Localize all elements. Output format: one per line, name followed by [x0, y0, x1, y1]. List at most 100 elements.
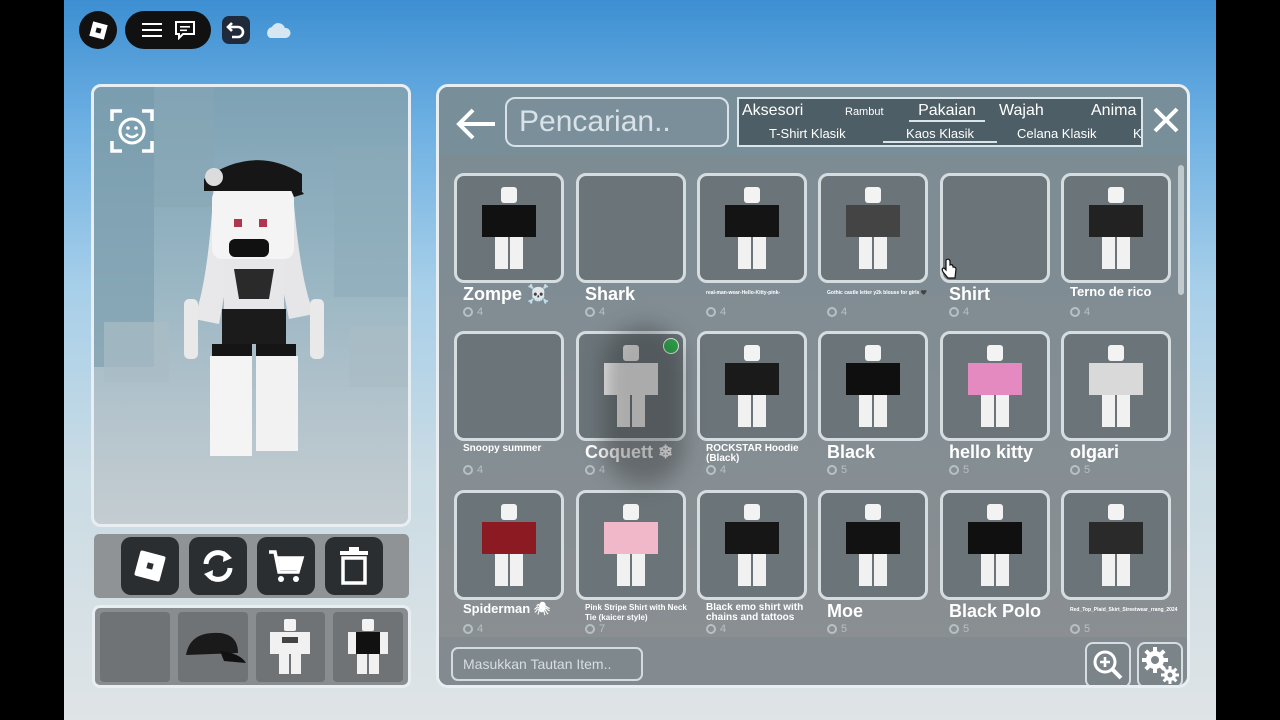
- tab-aksesori[interactable]: Aksesori: [742, 102, 803, 120]
- item-thumbnail[interactable]: [818, 173, 928, 283]
- item-price-value: 5: [841, 623, 848, 635]
- catalog-footer: Masukkan Tautan Item..: [439, 637, 1187, 685]
- hamburger-icon[interactable]: [140, 18, 164, 42]
- search-input[interactable]: Pencarian..: [505, 97, 729, 147]
- item-price-value: 4: [963, 306, 970, 318]
- trash-icon: [339, 547, 368, 585]
- item-link-input[interactable]: Masukkan Tautan Item..: [451, 647, 643, 681]
- avatar-preview[interactable]: [91, 84, 411, 527]
- robux-icon: [585, 307, 595, 317]
- catalog-item-card[interactable]: Shirt 4: [940, 173, 1050, 331]
- robux-icon: [1070, 307, 1080, 317]
- robux-icon: [706, 307, 716, 317]
- tab-rambut[interactable]: Rambut: [845, 106, 884, 118]
- avatar-shirt-black-icon: [348, 619, 389, 674]
- item-name: Terno de rico: [1070, 284, 1152, 299]
- catalog-item-card[interactable]: real-man-wear-Hello-Kitty-pink- 4: [697, 173, 807, 331]
- catalog-item-card[interactable]: Moe 5: [818, 490, 928, 637]
- equipped-slot-empty[interactable]: [100, 612, 170, 682]
- item-price: 4: [585, 464, 605, 476]
- tab-pakaian[interactable]: Pakaian: [909, 102, 985, 122]
- item-name: ROCKSTAR Hoodie (Black): [706, 444, 799, 464]
- catalog-item-card[interactable]: Spiderman 🕷 4: [454, 490, 564, 637]
- cart-button[interactable]: [256, 537, 315, 595]
- item-name: olgari: [1070, 442, 1120, 462]
- roblox-menu-button[interactable]: [79, 11, 117, 49]
- item-thumbnail[interactable]: [454, 173, 564, 283]
- item-price-value: 7: [599, 623, 606, 635]
- tab-wajah[interactable]: Wajah: [999, 102, 1044, 120]
- item-name: Black emo shirt with chains and tattoos: [706, 603, 804, 623]
- robux-icon: [949, 465, 959, 475]
- avatar-shirt-preview-icon: [968, 345, 1022, 427]
- roblox-reset-button[interactable]: [120, 537, 179, 595]
- item-thumbnail[interactable]: [1061, 490, 1171, 600]
- item-price: 7: [585, 623, 605, 635]
- catalog-scrollbar[interactable]: [1178, 165, 1184, 295]
- emote-button[interactable]: [108, 107, 156, 155]
- catalog-item-card[interactable]: Gothic castle letter y2k blouse for girl…: [818, 173, 928, 331]
- item-price-value: 4: [599, 306, 606, 318]
- back-button[interactable]: [451, 104, 499, 144]
- item-name: Moe: [827, 601, 863, 621]
- item-price: 5: [949, 623, 969, 635]
- catalog-item-card[interactable]: olgari 5: [1061, 331, 1171, 489]
- robux-icon: [706, 465, 716, 475]
- robux-icon: [463, 307, 473, 317]
- item-thumbnail[interactable]: [1061, 173, 1171, 283]
- item-thumbnail[interactable]: [1061, 331, 1171, 441]
- item-thumbnail[interactable]: [697, 173, 807, 283]
- item-name: Spiderman 🕷: [463, 601, 551, 616]
- item-name: Shark: [585, 284, 636, 304]
- catalog-item-card[interactable]: Black Polo 5: [940, 490, 1050, 637]
- catalog-item-card[interactable]: Red_Top_Plaid_Skirt_Streetwear_rrang_202…: [1061, 490, 1177, 637]
- chat-icon[interactable]: [173, 18, 197, 42]
- item-thumbnail[interactable]: [576, 173, 686, 283]
- subtab-kaos-klasik[interactable]: Kaos Klasik: [883, 126, 997, 143]
- catalog-item-card[interactable]: Shark 4: [576, 173, 686, 331]
- item-thumbnail[interactable]: [818, 331, 928, 441]
- catalog-item-card[interactable]: Terno de rico 4: [1061, 173, 1171, 331]
- item-thumbnail[interactable]: [940, 331, 1050, 441]
- item-thumbnail[interactable]: [697, 331, 807, 441]
- subtab-more[interactable]: K: [1133, 126, 1141, 141]
- subtab-celana-klasik[interactable]: Celana Klasik: [1017, 126, 1097, 141]
- equipped-slot-shirt-white[interactable]: [255, 612, 326, 682]
- item-grid: Zompe ☠️ 4 Shark 4 real-man-wear-Hello-Kitty…: [439, 155, 1187, 637]
- item-price-value: 4: [720, 306, 727, 318]
- undo-icon: [226, 22, 245, 39]
- item-link-placeholder: Masukkan Tautan Item..: [463, 656, 612, 672]
- arrow-left-icon: [456, 108, 495, 140]
- avatar-shirt-preview-icon: [1089, 187, 1143, 269]
- item-price-value: 5: [841, 464, 848, 476]
- catalog-item-card[interactable]: hello kitty 5: [940, 331, 1050, 489]
- face-scan-icon: [110, 109, 154, 153]
- settings-button[interactable]: [1137, 642, 1183, 685]
- item-thumbnail[interactable]: [454, 331, 564, 441]
- robux-icon: [585, 624, 595, 634]
- delete-button[interactable]: [324, 537, 383, 595]
- refresh-button[interactable]: [188, 537, 247, 595]
- item-name: Pink Stripe Shirt with Neck Tie (kaicer …: [585, 603, 687, 622]
- undo-button[interactable]: [222, 16, 250, 44]
- catalog-item-card[interactable]: ROCKSTAR Hoodie (Black) 4: [697, 331, 807, 489]
- catalog-item-card[interactable]: Snoopy summer 4: [454, 331, 564, 489]
- equipped-slot-shirt-black[interactable]: [333, 612, 403, 682]
- zoom-button[interactable]: [1085, 642, 1131, 685]
- catalog-item-card[interactable]: Black 5: [818, 331, 928, 489]
- catalog-header: Pencarian.. Aksesori Rambut Pakaian Waja…: [439, 87, 1187, 155]
- catalog-item-card[interactable]: Black emo shirt with chains and tattoos 4: [697, 490, 807, 637]
- item-thumbnail[interactable]: [576, 490, 686, 600]
- tab-animasi[interactable]: Anima: [1091, 102, 1136, 120]
- item-thumbnail[interactable]: [818, 490, 928, 600]
- equipped-slot-cap[interactable]: [177, 612, 248, 682]
- avatar-shirt-preview-icon: [604, 504, 658, 586]
- close-button[interactable]: [1147, 101, 1185, 139]
- catalog-item-card[interactable]: Zompe ☠️ 4: [454, 173, 564, 331]
- item-thumbnail[interactable]: [454, 490, 564, 600]
- item-price-value: 5: [1084, 623, 1091, 635]
- item-thumbnail[interactable]: [940, 490, 1050, 600]
- catalog-item-card[interactable]: Pink Stripe Shirt with Neck Tie (kaicer …: [576, 490, 687, 637]
- subtab-tshirt-klasik[interactable]: T-Shirt Klasik: [769, 126, 846, 141]
- item-thumbnail[interactable]: [697, 490, 807, 600]
